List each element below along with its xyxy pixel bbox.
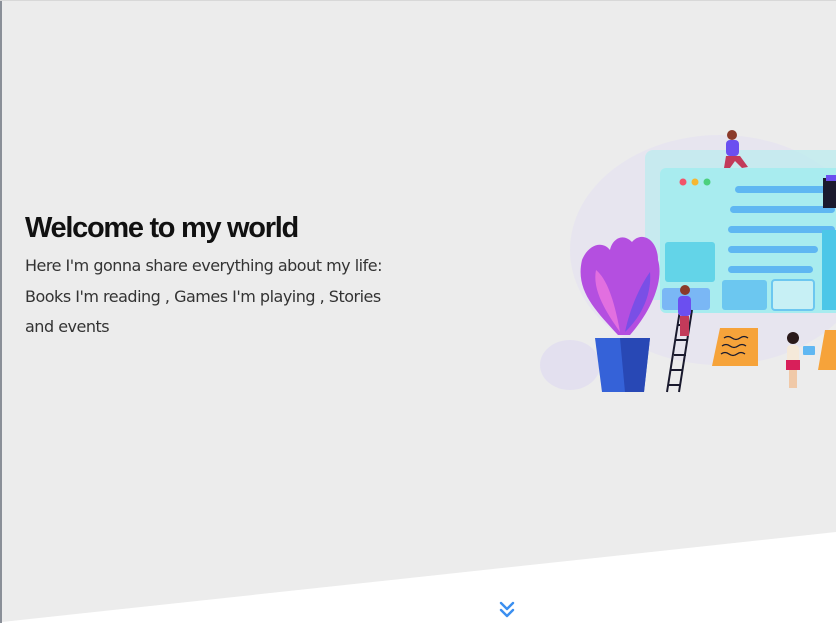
browser-edge	[0, 0, 2, 623]
hero-illustration	[540, 130, 836, 393]
window-dot-red	[679, 178, 687, 186]
device-fragment	[823, 178, 836, 208]
double-chevron-down-icon[interactable]	[497, 600, 517, 620]
hero-text-block: Welcome to my world Here I'm gonna share…	[25, 208, 385, 343]
hero-subtitle: Here I'm gonna share everything about my…	[25, 256, 382, 336]
content-box	[665, 242, 715, 282]
window-dot-green	[703, 178, 711, 186]
person-body	[678, 296, 691, 316]
hero-title: Welcome to my world	[25, 212, 299, 244]
content-line	[728, 246, 818, 253]
content-line	[728, 226, 835, 233]
top-divider	[0, 0, 836, 1]
background-blob-small	[540, 340, 600, 390]
sticky-note	[818, 330, 836, 370]
window-dot-yellow	[691, 178, 699, 186]
content-box	[771, 279, 815, 311]
person-body	[726, 140, 739, 156]
person-head	[787, 332, 799, 344]
page: Welcome to my world Here I'm gonna share…	[0, 0, 836, 623]
person-legs	[789, 370, 797, 388]
content-line	[730, 206, 835, 213]
person-head	[727, 130, 737, 140]
content-box	[822, 230, 836, 310]
person-head	[680, 285, 690, 295]
person-skirt	[786, 360, 800, 370]
person-legs	[680, 316, 689, 336]
device-fragment-accent	[826, 175, 836, 181]
content-box	[722, 280, 767, 310]
tablet	[803, 346, 815, 355]
content-line	[728, 266, 813, 273]
content-line	[735, 186, 835, 193]
plant-pot-shade	[620, 338, 650, 392]
